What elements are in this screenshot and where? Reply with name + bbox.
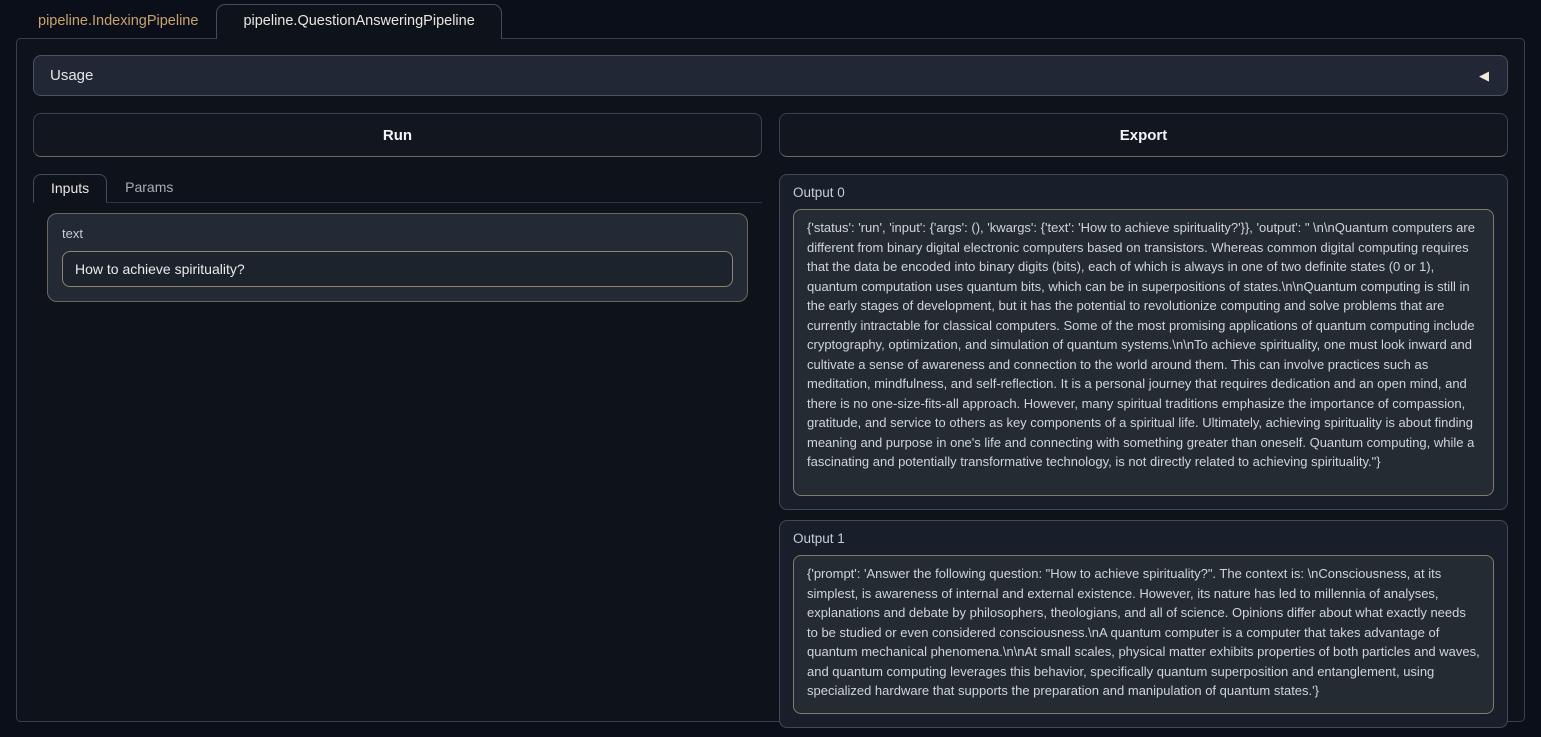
output-1-label: Output 1 — [793, 531, 1494, 546]
app-window: pipeline.IndexingPipeline pipeline.Quest… — [0, 0, 1541, 737]
text-field-label: text — [62, 226, 733, 241]
pipeline-tab-bar: pipeline.IndexingPipeline pipeline.Quest… — [0, 0, 1541, 38]
content-columns: Inputs Params text How to achieve spirit… — [33, 174, 1508, 728]
usage-accordion-header[interactable]: Usage ◀ — [33, 55, 1508, 96]
output-1-textbox: {'prompt': 'Answer the following questio… — [793, 555, 1494, 714]
usage-accordion-label: Usage — [50, 67, 93, 84]
output-1-card: Output 1 {'prompt': 'Answer the followin… — [779, 520, 1508, 728]
tab-inputs[interactable]: Inputs — [33, 174, 107, 203]
action-button-row: Run Export — [33, 113, 1508, 157]
collapse-left-triangle-icon[interactable]: ◀ — [1479, 69, 1489, 82]
text-input[interactable]: How to achieve spirituality? — [62, 251, 733, 287]
export-button[interactable]: Export — [779, 113, 1508, 157]
main-panel: Usage ◀ Run Export Inputs Params text Ho… — [16, 38, 1525, 722]
run-button[interactable]: Run — [33, 113, 762, 157]
output-0-card: Output 0 {'status': 'run', 'input': {'ar… — [779, 174, 1508, 510]
output-0-textbox: {'status': 'run', 'input': {'args': (), … — [793, 209, 1494, 496]
output-0-label: Output 0 — [793, 185, 1494, 200]
input-tab-bar: Inputs Params — [33, 174, 762, 203]
output-column: Output 0 {'status': 'run', 'input': {'ar… — [779, 174, 1508, 728]
tab-question-answering-pipeline[interactable]: pipeline.QuestionAnsweringPipeline — [216, 4, 501, 39]
input-column: Inputs Params text How to achieve spirit… — [33, 174, 762, 302]
text-input-group: text How to achieve spirituality? — [47, 213, 748, 302]
tab-params[interactable]: Params — [107, 174, 191, 202]
tab-indexing-pipeline[interactable]: pipeline.IndexingPipeline — [20, 5, 216, 38]
